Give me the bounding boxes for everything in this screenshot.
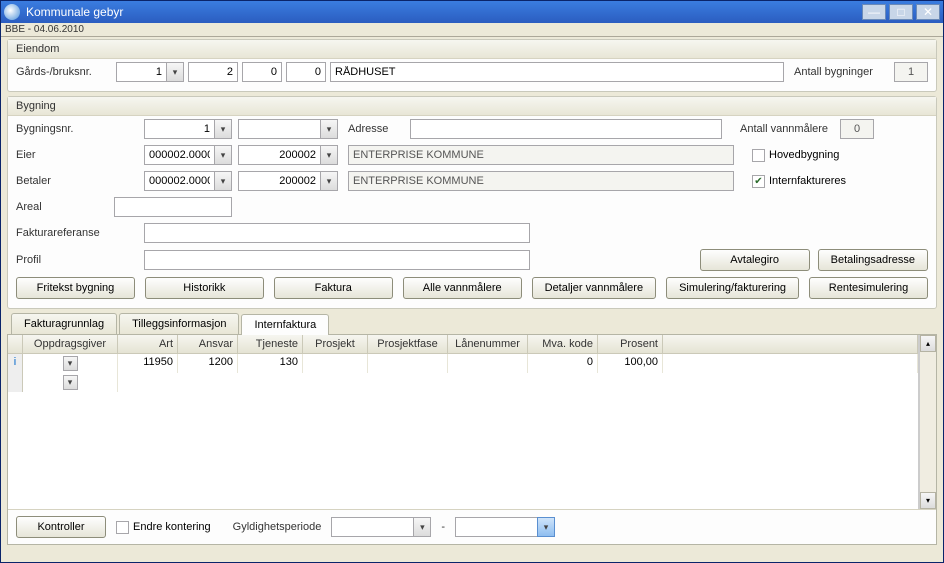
betaler-id-combo[interactable]: ▾ bbox=[144, 171, 232, 191]
hovedbygning-label: Hovedbygning bbox=[769, 149, 839, 161]
avtalegiro-button[interactable]: Avtalegiro bbox=[700, 249, 810, 271]
profil-input[interactable] bbox=[144, 250, 530, 270]
internfaktura-grid: Oppdragsgiver Art Ansvar Tjeneste Prosje… bbox=[8, 335, 936, 509]
simulering-fakturering-button[interactable]: Simulering/fakturering bbox=[666, 277, 799, 299]
col-art[interactable]: Art bbox=[118, 335, 178, 354]
oppdragsgiver-dropdown[interactable]: ▾ bbox=[63, 356, 78, 371]
eier-navn: ENTERPRISE KOMMUNE bbox=[348, 145, 734, 165]
internfaktura-pane: Oppdragsgiver Art Ansvar Tjeneste Prosje… bbox=[7, 335, 937, 545]
historikk-button[interactable]: Historikk bbox=[145, 277, 264, 299]
cell-lanenummer[interactable] bbox=[448, 354, 528, 373]
col-prosjektfase[interactable]: Prosjektfase bbox=[368, 335, 448, 354]
col-tjeneste[interactable]: Tjeneste bbox=[238, 335, 303, 354]
chevron-down-icon[interactable]: ▾ bbox=[214, 171, 232, 191]
chevron-down-icon[interactable]: ▾ bbox=[537, 517, 555, 537]
eiendom-section: Eiendom Gårds-/bruksnr. ▾ Antall bygning… bbox=[7, 39, 937, 92]
scroll-down-icon[interactable]: ▾ bbox=[920, 492, 936, 509]
chevron-down-icon[interactable]: ▾ bbox=[413, 517, 431, 537]
fnr-input[interactable] bbox=[242, 62, 282, 82]
bygning-sub-combo[interactable]: ▾ bbox=[238, 119, 338, 139]
bnr-input[interactable] bbox=[188, 62, 238, 82]
grid-header-row: Oppdragsgiver Art Ansvar Tjeneste Prosje… bbox=[8, 335, 918, 354]
scroll-up-icon[interactable]: ▴ bbox=[920, 335, 936, 352]
antall-bygninger-label: Antall bygninger bbox=[794, 66, 894, 78]
grid-row[interactable]: i ▾ 11950 1200 130 0 100,00 bbox=[8, 354, 918, 373]
col-prosent[interactable]: Prosent bbox=[598, 335, 663, 354]
rentesimulering-button[interactable]: Rentesimulering bbox=[809, 277, 928, 299]
hovedbygning-checkbox[interactable]: Hovedbygning bbox=[752, 149, 839, 162]
eier-nr-combo[interactable]: ▾ bbox=[238, 145, 338, 165]
fakturaref-input[interactable] bbox=[144, 223, 530, 243]
close-button[interactable]: ✕ bbox=[916, 4, 940, 20]
eier-label: Eier bbox=[16, 149, 144, 161]
oppdragsgiver-dropdown[interactable]: ▾ bbox=[63, 375, 78, 390]
adresse-label: Adresse bbox=[348, 123, 410, 135]
chevron-down-icon[interactable]: ▾ bbox=[320, 145, 338, 165]
minimize-button[interactable]: — bbox=[862, 4, 886, 20]
cell-ansvar[interactable]: 1200 bbox=[178, 354, 238, 373]
chevron-down-icon[interactable]: ▾ bbox=[166, 62, 184, 82]
gyldighet-to-combo[interactable]: ▾ bbox=[455, 517, 555, 537]
faktura-button[interactable]: Faktura bbox=[274, 277, 393, 299]
bygningsnr-label: Bygningsnr. bbox=[16, 123, 144, 135]
tab-tilleggsinformasjon[interactable]: Tilleggsinformasjon bbox=[119, 313, 239, 334]
eiendom-header: Eiendom bbox=[8, 40, 936, 59]
detaljer-vannmalere-button[interactable]: Detaljer vannmålere bbox=[532, 277, 656, 299]
sub-header: BBE - 04.06.2010 bbox=[1, 23, 943, 37]
snr-input[interactable] bbox=[286, 62, 326, 82]
bygning-section: Bygning Bygningsnr. ▾ ▾ Adresse Antall v… bbox=[7, 96, 937, 309]
gards-combo[interactable]: ▾ bbox=[116, 62, 184, 82]
col-prosjekt[interactable]: Prosjekt bbox=[303, 335, 368, 354]
gyldighet-from-combo[interactable]: ▾ bbox=[331, 517, 431, 537]
col-mva-kode[interactable]: Mva. kode bbox=[528, 335, 598, 354]
col-ansvar[interactable]: Ansvar bbox=[178, 335, 238, 354]
gyldighetsperiode-label: Gyldighetsperiode bbox=[233, 521, 322, 533]
maximize-button[interactable]: □ bbox=[889, 4, 913, 20]
tab-strip: Fakturagrunnlag Tilleggsinformasjon Inte… bbox=[7, 313, 937, 335]
chevron-down-icon[interactable]: ▾ bbox=[214, 119, 232, 139]
chevron-down-icon[interactable]: ▾ bbox=[214, 145, 232, 165]
antall-bygninger-value: 1 bbox=[894, 62, 928, 82]
antall-vannmalere-value: 0 bbox=[840, 119, 874, 139]
betalingsadresse-button[interactable]: Betalingsadresse bbox=[818, 249, 928, 271]
internfaktureres-checkbox[interactable]: ✔Internfaktureres bbox=[752, 175, 846, 188]
antall-vannmalere-label: Antall vannmålere bbox=[740, 123, 840, 135]
col-lanenummer[interactable]: Lånenummer bbox=[448, 335, 528, 354]
betaler-navn: ENTERPRISE KOMMUNE bbox=[348, 171, 734, 191]
eier-id-combo[interactable]: ▾ bbox=[144, 145, 232, 165]
tab-fakturagrunnlag[interactable]: Fakturagrunnlag bbox=[11, 313, 117, 334]
gards-bruksnr-label: Gårds-/bruksnr. bbox=[16, 66, 116, 78]
kontroller-button[interactable]: Kontroller bbox=[16, 516, 106, 538]
vertical-scrollbar[interactable]: ▴ ▾ bbox=[919, 335, 936, 509]
bygning-header: Bygning bbox=[8, 97, 936, 116]
cell-art[interactable]: 11950 bbox=[118, 354, 178, 373]
adresse-input[interactable] bbox=[410, 119, 722, 139]
alle-vannmalere-button[interactable]: Alle vannmålere bbox=[403, 277, 522, 299]
cell-mva[interactable]: 0 bbox=[528, 354, 598, 373]
areal-input[interactable] bbox=[114, 197, 232, 217]
tab-internfaktura[interactable]: Internfaktura bbox=[241, 314, 329, 335]
bygningsnr-combo[interactable]: ▾ bbox=[144, 119, 232, 139]
cell-prosent[interactable]: 100,00 bbox=[598, 354, 663, 373]
cell-tjeneste[interactable]: 130 bbox=[238, 354, 303, 373]
fritekst-bygning-button[interactable]: Fritekst bygning bbox=[16, 277, 135, 299]
grid-row[interactable]: ▾ bbox=[8, 373, 918, 392]
endre-kontering-checkbox[interactable]: Endre kontering bbox=[116, 521, 211, 534]
betaler-label: Betaler bbox=[16, 175, 144, 187]
cell-prosjektfase[interactable] bbox=[368, 354, 448, 373]
fakturaref-label: Fakturareferanse bbox=[16, 227, 144, 239]
window-title: Kommunale gebyr bbox=[26, 5, 862, 19]
app-icon bbox=[4, 4, 20, 20]
endre-kontering-label: Endre kontering bbox=[133, 521, 211, 533]
col-oppdragsgiver[interactable]: Oppdragsgiver bbox=[23, 335, 118, 354]
chevron-down-icon[interactable]: ▾ bbox=[320, 119, 338, 139]
profil-label: Profil bbox=[16, 254, 144, 266]
internfaktureres-label: Internfaktureres bbox=[769, 175, 846, 187]
betaler-nr-combo[interactable]: ▾ bbox=[238, 171, 338, 191]
cell-prosjekt[interactable] bbox=[303, 354, 368, 373]
areal-label: Areal bbox=[16, 201, 114, 213]
eiendom-navn-input[interactable] bbox=[330, 62, 784, 82]
chevron-down-icon[interactable]: ▾ bbox=[320, 171, 338, 191]
